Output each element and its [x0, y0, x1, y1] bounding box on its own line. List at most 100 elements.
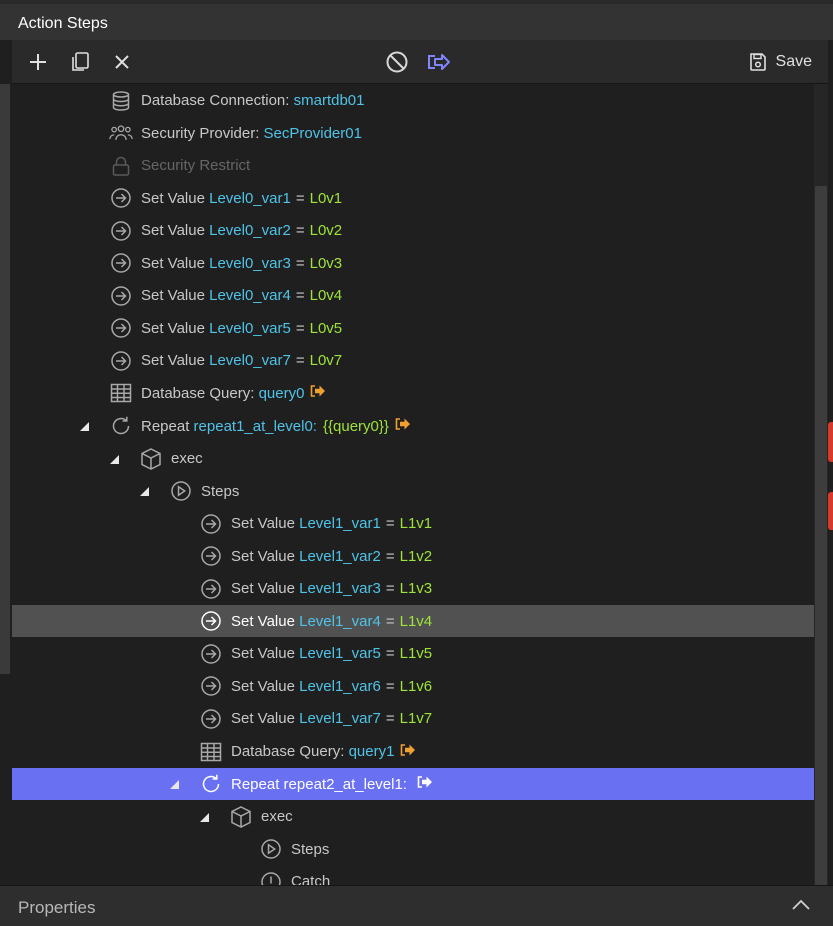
step-type-text: Set Value [231, 710, 300, 728]
tree-row[interactable]: Set Value Level0_var3 = L0v3 [12, 247, 814, 279]
set-value-icon [109, 251, 133, 275]
tree-row[interactable]: Set Value Level1_var2 = L1v2 [12, 540, 814, 572]
tree-row[interactable]: Set Value Level1_var1 = L1v1 [12, 508, 814, 540]
step-name: Level1_var7 [299, 710, 381, 728]
step-value: L0v2 [309, 222, 343, 240]
row-label: Security Restrict [141, 150, 250, 182]
tree-row[interactable]: Security Provider: SecProvider01 [12, 117, 814, 149]
tree-row[interactable]: Catch [12, 866, 814, 885]
row-label: Set Value Level0_var7 = L0v7 [141, 345, 342, 377]
tree-row[interactable]: Set Value Level0_var4 = L0v4 [12, 280, 814, 312]
tree-row[interactable]: Set Value Level1_var3 = L1v3 [12, 573, 814, 605]
tree-row[interactable]: Repeat repeat1_at_level0: {{query0}} [12, 410, 814, 442]
tree-row[interactable]: Set Value Level1_var7 = L1v7 [12, 703, 814, 735]
step-type-text: Steps [201, 482, 240, 500]
step-type-text: Steps [291, 840, 330, 858]
equals-sign: = [385, 580, 395, 598]
step-type-text: exec [261, 808, 293, 826]
step-value: L1v1 [399, 515, 433, 533]
tree-row[interactable]: exec [12, 801, 814, 833]
tree-row[interactable]: Database Connection: smartdb01 [12, 85, 814, 117]
step-name: repeat2_at_level1: [283, 775, 407, 793]
equals-sign: = [295, 319, 305, 337]
tree-row[interactable]: Steps [12, 833, 814, 865]
tree-row[interactable]: exec [12, 443, 814, 475]
row-label: Set Value Level1_var6 = L1v6 [231, 670, 432, 702]
step-value: {{query0}} [322, 417, 389, 435]
step-value: L0v7 [309, 352, 343, 370]
tree-row[interactable]: Set Value Level0_var2 = L0v2 [12, 215, 814, 247]
copy-icon[interactable] [67, 49, 93, 75]
goto-icon[interactable] [426, 49, 452, 75]
row-label: Repeat repeat1_at_level0: {{query0}} [141, 410, 411, 442]
set-value-icon [109, 316, 133, 340]
row-label: Set Value Level0_var3 = L0v3 [141, 247, 342, 279]
step-value: L0v1 [309, 189, 343, 207]
set-value-icon [199, 577, 223, 601]
step-name: repeat1_at_level0: [193, 417, 317, 435]
tree-row[interactable]: Set Value Level1_var4 = L1v4 [12, 605, 814, 638]
save-button[interactable]: Save [748, 50, 812, 74]
expand-toggle-icon[interactable] [80, 422, 89, 431]
goto-icon[interactable] [400, 743, 416, 761]
step-type-text: Set Value [231, 515, 300, 533]
lock-icon [109, 154, 133, 178]
equals-sign: = [295, 352, 305, 370]
tree-row[interactable]: Database Query: query0 [12, 377, 814, 409]
goto-icon[interactable] [395, 417, 411, 435]
step-type-text: Security Restrict [141, 157, 251, 175]
play-icon [169, 479, 193, 503]
tree-row[interactable]: Steps [12, 475, 814, 507]
edge-marker [828, 492, 833, 530]
tree-row[interactable]: Repeat repeat2_at_level1: [12, 768, 814, 801]
step-type-text: Set Value [231, 645, 300, 663]
disable-icon[interactable] [384, 49, 410, 75]
tree-row[interactable]: Set Value Level1_var6 = L1v6 [12, 670, 814, 702]
step-name: Level0_var1 [209, 189, 291, 207]
goto-icon[interactable] [417, 775, 433, 793]
step-name: Level0_var3 [209, 254, 291, 272]
expand-toggle-icon[interactable] [110, 454, 119, 464]
tree-row[interactable]: Set Value Level1_var5 = L1v5 [12, 638, 814, 670]
step-type-text: Repeat [231, 775, 284, 793]
tree-row[interactable]: Set Value Level0_var1 = L0v1 [12, 182, 814, 214]
save-label: Save [775, 53, 812, 70]
equals-sign: = [385, 710, 395, 728]
step-type-text: exec [171, 450, 203, 468]
step-name: Level1_var4 [299, 612, 381, 630]
tree-row[interactable]: Set Value Level0_var5 = L0v5 [12, 312, 814, 344]
expand-toggle-icon[interactable] [200, 812, 209, 822]
plus-icon[interactable] [25, 49, 51, 75]
step-type-text: Set Value [141, 319, 210, 337]
set-value-icon [199, 642, 223, 666]
expand-toggle-icon[interactable] [170, 780, 179, 790]
scrollbar-thumb[interactable] [815, 186, 827, 886]
step-type-text: Set Value [231, 580, 300, 598]
tree-row[interactable]: Security Restrict [12, 150, 814, 182]
vertical-scrollbar[interactable] [814, 84, 828, 886]
properties-panel-header[interactable]: Properties [0, 885, 833, 926]
step-type-text: Set Value [141, 222, 210, 240]
row-label: Set Value Level1_var1 = L1v1 [231, 508, 432, 540]
goto-icon[interactable] [310, 384, 326, 402]
step-type-text: Set Value [141, 287, 210, 305]
chevron-up-icon[interactable] [791, 898, 811, 917]
row-label: Set Value Level1_var5 = L1v5 [231, 638, 432, 670]
expand-toggle-icon[interactable] [140, 487, 149, 497]
tree-row[interactable]: Database Query: query1 [12, 736, 814, 768]
set-value-icon [199, 609, 223, 633]
step-type-text: Set Value [141, 352, 210, 370]
row-label: Set Value Level1_var7 = L1v7 [231, 703, 432, 735]
row-label: Catch [291, 866, 330, 885]
set-value-icon [199, 674, 223, 698]
tree-row[interactable]: Set Value Level0_var7 = L0v7 [12, 345, 814, 377]
play-icon [259, 837, 283, 861]
step-name: Level0_var2 [209, 222, 291, 240]
panel-title: Action Steps [18, 15, 108, 32]
close-icon[interactable] [109, 49, 135, 75]
row-label: Database Query: query0 [141, 377, 326, 409]
set-value-icon [109, 284, 133, 308]
table-icon [199, 740, 223, 764]
row-label: Set Value Level1_var3 = L1v3 [231, 573, 432, 605]
step-name: SecProvider01 [263, 124, 362, 142]
